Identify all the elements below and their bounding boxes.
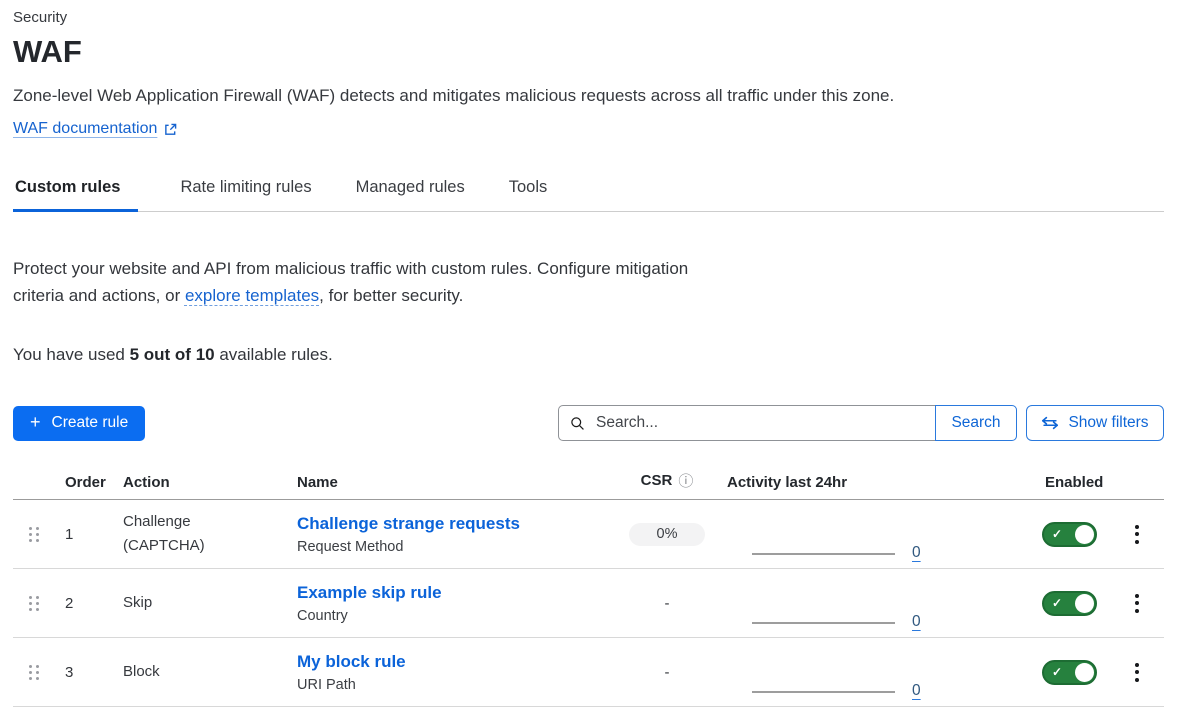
search-button[interactable]: Search	[935, 405, 1017, 441]
column-header-activity: Activity last 24hr	[727, 474, 927, 491]
external-link-icon	[164, 123, 177, 136]
rule-order: 2	[55, 595, 113, 612]
page-title: WAF	[13, 33, 1164, 71]
enabled-cell: ✓	[1012, 660, 1110, 685]
table-row: 1 Challenge (CAPTCHA) Challenge strange …	[13, 500, 1164, 569]
intro-paragraph: Protect your website and API from malici…	[13, 255, 1164, 309]
toggle-knob	[1075, 525, 1094, 544]
tab-tools[interactable]: Tools	[507, 178, 550, 211]
search-icon	[570, 416, 585, 431]
rule-name-cell: Example skip rule Country	[285, 583, 607, 624]
activity-sparkline	[752, 622, 895, 624]
page-description: Zone-level Web Application Firewall (WAF…	[13, 85, 1164, 106]
csr-header-label: CSR	[641, 472, 673, 489]
enabled-cell: ✓	[1012, 591, 1110, 616]
rules-table-header: Order Action Name CSR ⓘ Activity last 24…	[13, 470, 1164, 500]
table-row: 3 Block My block rule URI Path - 0 ✓	[13, 638, 1164, 707]
tab-managed-rules[interactable]: Managed rules	[354, 178, 467, 211]
waf-page: Security WAF Zone-level Web Application …	[0, 0, 1177, 707]
rule-name-cell: My block rule URI Path	[285, 652, 607, 693]
activity-sparkline	[752, 553, 895, 555]
rule-action: Block	[113, 660, 243, 684]
kebab-menu-icon[interactable]	[1129, 657, 1145, 688]
check-icon: ✓	[1052, 528, 1062, 540]
kebab-menu-icon[interactable]	[1129, 588, 1145, 619]
check-icon: ✓	[1052, 597, 1062, 609]
show-filters-label: Show filters	[1068, 414, 1148, 432]
column-header-order: Order	[55, 474, 113, 491]
breadcrumb: Security	[13, 8, 1164, 28]
search-group: Search Show filters	[558, 405, 1164, 441]
info-icon[interactable]: ⓘ	[678, 470, 693, 491]
search-box	[558, 405, 936, 441]
rule-name-link[interactable]: Example skip rule	[297, 583, 442, 603]
enabled-toggle[interactable]: ✓	[1042, 522, 1097, 547]
rule-order: 3	[55, 664, 113, 681]
enabled-cell: ✓	[1012, 522, 1110, 547]
table-row: 2 Skip Example skip rule Country - 0 ✓	[13, 569, 1164, 638]
waf-documentation-link[interactable]: WAF documentation	[13, 120, 157, 138]
swap-arrows-icon	[1041, 416, 1059, 430]
create-rule-button[interactable]: + Create rule	[13, 406, 145, 441]
rule-name-link[interactable]: Challenge strange requests	[297, 514, 520, 534]
enabled-toggle[interactable]: ✓	[1042, 591, 1097, 616]
rule-action: Skip	[113, 591, 243, 615]
search-input[interactable]	[594, 413, 924, 433]
drag-handle-icon[interactable]	[25, 661, 43, 684]
tab-custom-rules[interactable]: Custom rules	[13, 178, 138, 211]
activity-count-link[interactable]: 0	[912, 613, 921, 631]
column-header-name: Name	[285, 474, 607, 491]
tab-bar: Custom rules Rate limiting rules Managed…	[13, 178, 1164, 212]
rule-field: URI Path	[297, 677, 607, 693]
rule-field: Country	[297, 608, 607, 624]
csr-badge: 0%	[629, 523, 705, 546]
activity-count-link[interactable]: 0	[912, 682, 921, 700]
column-header-enabled: Enabled	[1012, 474, 1110, 491]
activity-cell: 0	[727, 638, 927, 706]
kebab-menu-icon[interactable]	[1129, 519, 1145, 550]
rule-name-link[interactable]: My block rule	[297, 652, 406, 672]
rule-field: Request Method	[297, 539, 607, 555]
csr-cell: 0%	[629, 523, 705, 546]
usage-summary: You have used 5 out of 10 available rule…	[13, 345, 1164, 365]
intro-text-after: , for better security.	[319, 286, 463, 305]
rule-order: 1	[55, 526, 113, 543]
activity-count-link[interactable]: 0	[912, 544, 921, 562]
rules-toolbar: + Create rule Search	[13, 405, 1164, 441]
enabled-toggle[interactable]: ✓	[1042, 660, 1097, 685]
tab-rate-limiting-rules[interactable]: Rate limiting rules	[178, 178, 313, 211]
activity-sparkline	[752, 691, 895, 693]
explore-templates-link[interactable]: explore templates	[185, 286, 319, 305]
usage-prefix: You have used	[13, 345, 130, 364]
column-header-action: Action	[113, 474, 285, 491]
activity-cell: 0	[727, 569, 927, 637]
rule-name-cell: Challenge strange requests Request Metho…	[285, 514, 607, 555]
activity-cell: 0	[727, 500, 927, 568]
csr-cell: -	[665, 664, 670, 681]
doc-link-row: WAF documentation	[13, 120, 1164, 138]
csr-cell: -	[665, 595, 670, 612]
show-filters-button[interactable]: Show filters	[1026, 405, 1164, 441]
toggle-knob	[1075, 594, 1094, 613]
column-header-csr: CSR ⓘ	[641, 470, 694, 491]
toggle-knob	[1075, 663, 1094, 682]
drag-handle-icon[interactable]	[25, 523, 43, 546]
plus-icon: +	[30, 412, 41, 433]
rule-action: Challenge (CAPTCHA)	[113, 510, 243, 558]
usage-suffix: available rules.	[215, 345, 333, 364]
usage-count: 5 out of 10	[130, 345, 215, 364]
drag-handle-icon[interactable]	[25, 592, 43, 615]
check-icon: ✓	[1052, 666, 1062, 678]
create-rule-label: Create rule	[52, 414, 129, 432]
